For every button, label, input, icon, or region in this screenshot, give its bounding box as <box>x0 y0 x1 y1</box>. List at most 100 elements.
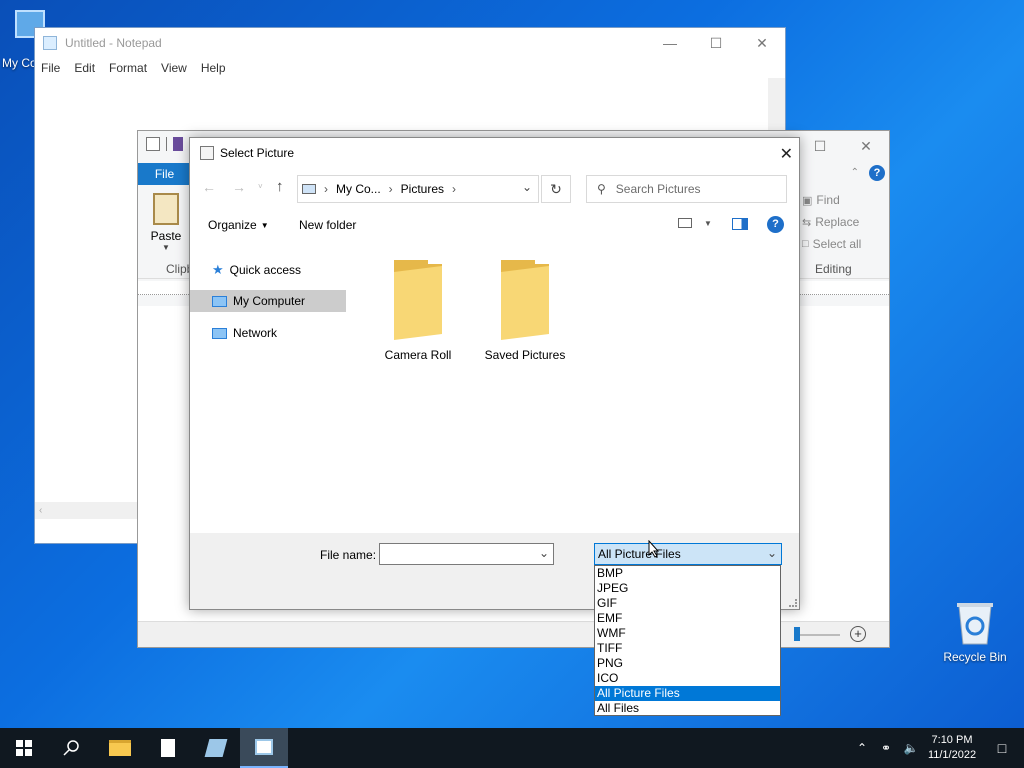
up-button[interactable]: ↑ <box>276 178 284 195</box>
close-button[interactable]: ✕ <box>739 28 785 58</box>
nav-item-my-computer[interactable]: My Computer <box>190 290 346 312</box>
organize-button[interactable]: Organize ▼ <box>208 218 269 232</box>
taskbar-notepad[interactable] <box>144 728 192 768</box>
menu-view[interactable]: View <box>161 61 187 75</box>
clock[interactable]: 7:10 PM 11/1/2022 <box>924 733 980 763</box>
file-type-dropdown-list[interactable]: BMP JPEG GIF EMF WMF TIFF PNG ICO All Pi… <box>594 565 781 716</box>
search-box[interactable]: ⚲ Search Pictures <box>586 175 787 203</box>
file-type-option-ico[interactable]: ICO <box>595 671 780 686</box>
refresh-button[interactable]: ↻ <box>541 175 571 203</box>
zoom-in-button[interactable]: + <box>850 626 866 642</box>
nav-item-network[interactable]: Network <box>190 322 346 344</box>
paste-button[interactable]: Paste ▼ <box>148 193 184 252</box>
resize-grip-icon[interactable] <box>789 599 797 607</box>
notepad-app-icon <box>43 36 57 50</box>
notepad-horizontal-scrollbar[interactable]: ‹ <box>35 502 139 519</box>
notepad-icon <box>161 739 175 757</box>
minimize-button[interactable]: — <box>647 28 693 58</box>
dialog-titlebar[interactable]: Select Picture <box>190 138 799 168</box>
network-icon[interactable]: ⚭ <box>874 741 898 755</box>
clock-date: 11/1/2022 <box>927 749 977 761</box>
arrow-left-icon: ← <box>202 179 216 195</box>
chevron-down-icon: ▼ <box>260 220 269 230</box>
file-type-option-bmp[interactable]: BMP <box>595 566 780 581</box>
dialog-close-button[interactable]: ✕ <box>780 144 793 164</box>
breadcrumb-my-computer[interactable]: My Co... <box>336 182 381 196</box>
nav-item-label: Network <box>233 326 278 340</box>
nav-item-quick-access[interactable]: ★ Quick access <box>190 259 346 281</box>
back-button[interactable]: ← <box>202 179 216 195</box>
folder-label: Saved Pictures <box>484 348 566 362</box>
help-icon: ? <box>873 167 881 179</box>
menu-format[interactable]: Format <box>109 61 147 75</box>
replace-label: Replace <box>815 215 860 229</box>
paint-file-tab[interactable]: File <box>138 163 191 185</box>
dialog-title: Select Picture <box>220 146 295 160</box>
save-icon[interactable] <box>173 137 183 151</box>
search-placeholder: Search Pictures <box>615 182 701 196</box>
file-type-option-gif[interactable]: GIF <box>595 596 780 611</box>
menu-edit[interactable]: Edit <box>74 61 95 75</box>
wordpad-icon <box>204 739 228 757</box>
folder-icon <box>394 260 442 340</box>
new-folder-button[interactable]: New folder <box>299 218 356 232</box>
file-type-option-jpeg[interactable]: JPEG <box>595 581 780 596</box>
chevron-down-icon: ˅ <box>258 182 263 191</box>
maximize-button[interactable]: ☐ <box>693 28 739 58</box>
volume-icon[interactable]: 🔈 <box>898 741 924 755</box>
breadcrumb-separator-icon: › <box>388 182 393 196</box>
forward-button[interactable]: → <box>232 179 246 195</box>
recent-locations-button[interactable]: ˅ <box>258 182 263 191</box>
find-button[interactable]: ▣ Find <box>802 193 840 207</box>
file-type-option-png[interactable]: PNG <box>595 656 780 671</box>
zoom-slider[interactable] <box>794 634 840 636</box>
chevron-down-icon: ▼ <box>704 218 712 228</box>
plus-icon: + <box>854 626 862 641</box>
folder-icon <box>109 740 131 756</box>
folder-item-camera-roll[interactable]: Camera Roll <box>380 258 456 362</box>
help-button[interactable]: ? <box>869 165 885 181</box>
file-type-option-all-files[interactable]: All Files <box>595 701 780 716</box>
taskbar-paint[interactable] <box>240 728 288 768</box>
minimize-icon: — <box>663 35 677 51</box>
close-button[interactable]: ✕ <box>843 131 889 161</box>
ribbon-collapse-button[interactable]: ⌃ <box>851 167 859 178</box>
file-name-label: File name: <box>320 548 377 562</box>
select-picture-dialog[interactable]: Select Picture ✕ ← → ˅ ↑ › My Co... › Pi… <box>189 137 800 610</box>
search-icon <box>63 740 79 756</box>
help-button[interactable]: ? <box>767 216 784 233</box>
chevron-down-icon: ⌄ <box>521 180 532 194</box>
paste-label: Paste <box>150 229 182 243</box>
paint-icon <box>255 739 273 755</box>
preview-pane-button[interactable] <box>732 218 748 230</box>
maximize-button[interactable]: ☐ <box>797 131 843 161</box>
taskbar-wordpad[interactable] <box>192 728 240 768</box>
action-center-button[interactable]: □ <box>980 740 1024 756</box>
file-type-option-all-picture-files[interactable]: All Picture Files <box>595 686 780 701</box>
change-view-button[interactable]: ▼ <box>678 218 712 228</box>
replace-button[interactable]: ⇆ Replace <box>802 215 859 229</box>
start-button[interactable] <box>0 728 48 768</box>
paint-quick-access-toolbar <box>146 137 183 151</box>
file-type-select[interactable]: All Picture Files ⌄ <box>594 543 782 565</box>
desktop-icon-recycle-bin[interactable]: Recycle Bin <box>940 600 1010 664</box>
address-history-dropdown[interactable]: ⌄ <box>522 180 532 194</box>
breadcrumb-pictures[interactable]: Pictures <box>401 182 444 196</box>
chevron-down-icon: ⌄ <box>538 546 549 560</box>
zoom-slider-thumb[interactable] <box>794 627 800 641</box>
file-name-input[interactable]: ⌄ <box>379 543 554 565</box>
close-icon: ✕ <box>779 146 793 163</box>
file-type-option-emf[interactable]: EMF <box>595 611 780 626</box>
address-bar[interactable]: › My Co... › Pictures › ⌄ <box>297 175 539 203</box>
file-type-option-tiff[interactable]: TIFF <box>595 641 780 656</box>
folder-item-saved-pictures[interactable]: Saved Pictures <box>484 258 566 362</box>
chevron-up-icon: ⌃ <box>856 741 868 755</box>
chevron-down-icon: ▼ <box>162 243 170 252</box>
taskbar-file-explorer[interactable] <box>96 728 144 768</box>
taskbar-search-button[interactable] <box>48 728 96 768</box>
file-type-option-wmf[interactable]: WMF <box>595 626 780 641</box>
menu-file[interactable]: File <box>41 61 60 75</box>
show-hidden-icons-button[interactable]: ⌃ <box>850 741 874 755</box>
menu-help[interactable]: Help <box>201 61 226 75</box>
select-all-button[interactable]: □ Select all <box>802 237 861 251</box>
